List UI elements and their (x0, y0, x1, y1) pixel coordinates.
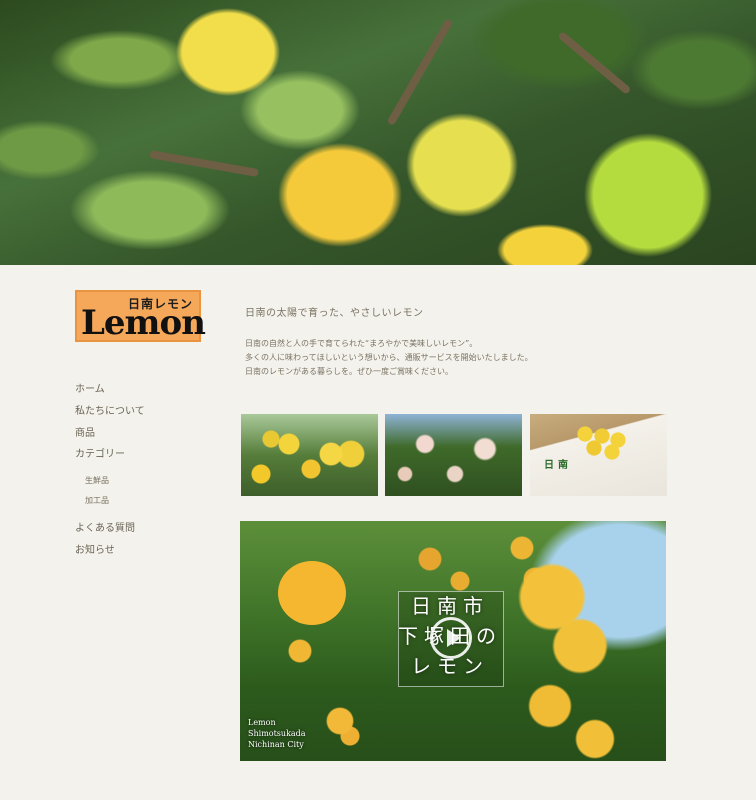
lemon-tree-photo (241, 414, 378, 496)
hero-banner-image (0, 0, 756, 265)
video-caption-line: Lemon (248, 718, 276, 727)
site-logo[interactable]: 日南レモン Lemon (75, 290, 206, 342)
video-caption-line: Nichinan City (248, 740, 304, 749)
promo-video[interactable]: 日南市 下塚田の レモン Lemon Shimotsukada Nichinan… (240, 521, 666, 761)
logo-brand-text: Lemon (81, 303, 206, 343)
intro-line: 多くの人に味わってほしいという想いから、通販サービスを開始いたしました。 (245, 353, 533, 362)
nav-subitem-fresh[interactable]: 生鮮品 (85, 475, 109, 486)
intro-text: 日南の自然と人の手で育てられた“まろやかで美味しいレモン”。 多くの人に味わって… (245, 337, 533, 379)
nav-subitem-processed[interactable]: 加工品 (85, 495, 109, 506)
lemon-blossom-photo (385, 414, 522, 496)
intro-line: 日南の自然と人の手で育てられた“まろやかで美味しいレモン”。 (245, 339, 478, 348)
lemon-box-photo: 日南 (530, 414, 667, 496)
play-icon[interactable] (430, 617, 472, 659)
video-lemon-shape (278, 561, 346, 625)
nav-item-category[interactable]: カテゴリー (75, 445, 125, 460)
video-caption: Lemon Shimotsukada Nichinan City (248, 717, 306, 750)
hero-branch (557, 30, 632, 95)
box-label: 日南 (544, 460, 572, 471)
nav-item-about[interactable]: 私たちについて (75, 402, 145, 417)
hero-branch (149, 150, 260, 178)
nav-item-faq[interactable]: よくある質問 (75, 519, 135, 534)
video-caption-line: Shimotsukada (248, 729, 306, 738)
nav-item-products[interactable]: 商品 (75, 424, 95, 439)
intro-line: 日南のレモンがある暮らしを。ぜひ一度ご賞味ください。 (245, 367, 453, 376)
hero-branch (386, 18, 454, 127)
nav-item-home[interactable]: ホーム (75, 380, 105, 395)
nav-item-news[interactable]: お知らせ (75, 541, 115, 556)
page-headline: 日南の太陽で育った、やさしいレモン (245, 308, 424, 319)
